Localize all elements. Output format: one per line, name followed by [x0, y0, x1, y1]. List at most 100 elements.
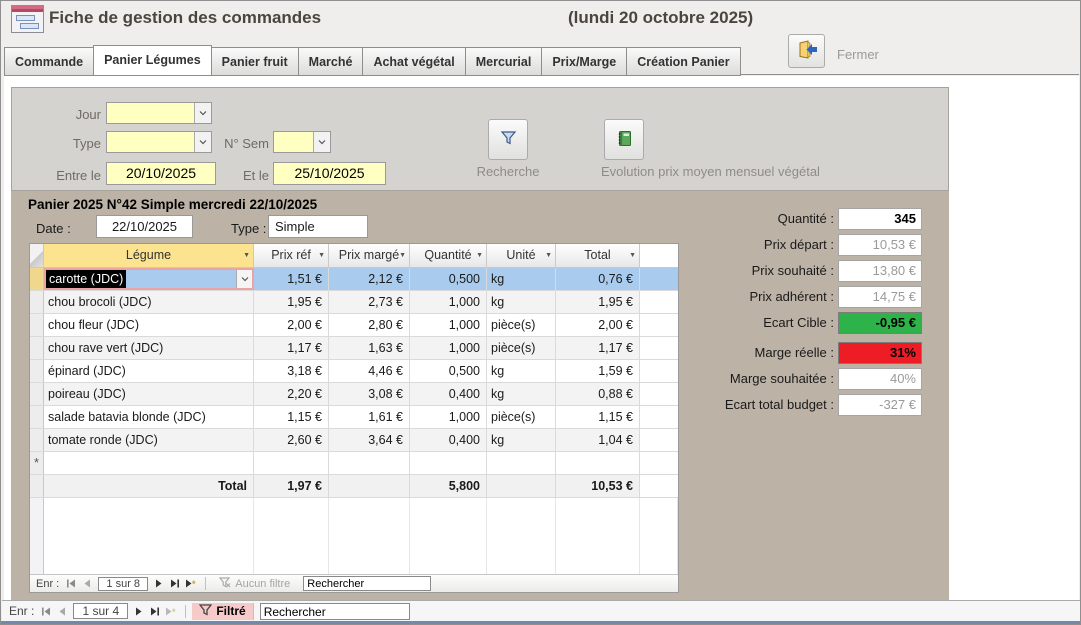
tab-cr-ation-panier[interactable]: Création Panier — [626, 47, 740, 76]
cell-unite[interactable]: kg — [487, 429, 556, 451]
cell-prix_marge[interactable]: 1,63 € — [329, 337, 410, 359]
first-record-button[interactable] — [63, 577, 79, 591]
next-record-button[interactable] — [151, 577, 167, 591]
cell-prix_ref[interactable]: 1,15 € — [254, 406, 329, 428]
cell-total[interactable]: 1,59 € — [556, 360, 640, 382]
empty-cell-unite[interactable] — [487, 452, 556, 474]
column-filter-arrow-icon[interactable]: ▼ — [545, 244, 552, 267]
cell-quantite[interactable]: 0,500 — [410, 360, 487, 382]
chevron-down-icon[interactable] — [194, 132, 211, 152]
jour-combobox[interactable] — [106, 102, 212, 124]
cell-total[interactable]: 1,95 € — [556, 291, 640, 313]
cell-unite[interactable]: pièce(s) — [487, 337, 556, 359]
last-record-button[interactable] — [167, 577, 183, 591]
cell-quantite[interactable]: 1,000 — [410, 291, 487, 313]
row-selector[interactable] — [30, 406, 44, 428]
new-record-button[interactable]: * — [183, 577, 199, 591]
cell-prix_marge[interactable]: 1,61 € — [329, 406, 410, 428]
cell-prix_marge[interactable]: 3,08 € — [329, 383, 410, 405]
empty-cell-quantite[interactable] — [410, 452, 487, 474]
cell-legume[interactable]: salade batavia blonde (JDC) — [44, 406, 254, 428]
panier-date-field[interactable]: 22/10/2025 — [96, 215, 193, 238]
column-header-unite[interactable]: Unité▼ — [487, 244, 556, 267]
cell-total[interactable]: 1,15 € — [556, 406, 640, 428]
column-filter-arrow-icon[interactable]: ▼ — [629, 244, 636, 267]
type-combobox[interactable] — [106, 131, 212, 153]
cell-quantite[interactable]: 0,500 — [410, 268, 487, 290]
next-record-button[interactable] — [131, 604, 147, 618]
cell-quantite[interactable]: 0,400 — [410, 429, 487, 451]
cell-prix_ref[interactable]: 1,95 € — [254, 291, 329, 313]
tab-panier-l-gumes[interactable]: Panier Légumes — [93, 45, 212, 76]
empty-cell-prix_ref[interactable] — [254, 452, 329, 474]
column-filter-arrow-icon[interactable]: ▼ — [318, 244, 325, 267]
previous-record-button[interactable] — [54, 604, 70, 618]
cell-legume[interactable]: chou brocoli (JDC) — [44, 291, 254, 313]
row-selector[interactable] — [30, 383, 44, 405]
cell-quantite[interactable]: 1,000 — [410, 314, 487, 336]
column-filter-arrow-icon[interactable]: ▼ — [476, 244, 483, 267]
cell-prix_marge[interactable]: 3,64 € — [329, 429, 410, 451]
column-filter-arrow-icon[interactable]: ▼ — [243, 244, 250, 267]
cell-quantite[interactable]: 0,400 — [410, 383, 487, 405]
empty-cell-total[interactable] — [556, 452, 640, 474]
cell-unite[interactable]: pièce(s) — [487, 314, 556, 336]
chevron-down-icon[interactable] — [236, 270, 252, 288]
row-selector[interactable] — [30, 475, 44, 497]
tab-march-[interactable]: Marché — [298, 47, 364, 76]
datasheet-search-input[interactable]: Rechercher — [303, 576, 431, 591]
cell-unite[interactable]: kg — [487, 291, 556, 313]
row-selector[interactable] — [30, 360, 44, 382]
cell-prix_ref[interactable]: 2,20 € — [254, 383, 329, 405]
cell-prix_ref[interactable]: 1,51 € — [254, 268, 329, 290]
select-all-cell[interactable] — [30, 244, 44, 267]
first-record-button[interactable] — [38, 604, 54, 618]
tab-panier-fruit[interactable]: Panier fruit — [211, 47, 299, 76]
new-record-button[interactable]: * — [163, 604, 179, 618]
chevron-down-icon[interactable] — [313, 132, 330, 152]
recherche-button[interactable] — [488, 119, 528, 160]
cell-unite[interactable]: pièce(s) — [487, 406, 556, 428]
cell-prix_marge[interactable]: 2,73 € — [329, 291, 410, 313]
panier-type-field[interactable]: Simple — [268, 215, 368, 238]
column-header-quantite[interactable]: Quantité▼ — [410, 244, 487, 267]
column-header-legume[interactable]: Légume▼ — [44, 244, 254, 267]
new-record-row[interactable]: * — [30, 452, 678, 475]
tab-prix-marge[interactable]: Prix/Marge — [541, 47, 627, 76]
row-selector[interactable] — [30, 498, 44, 576]
cell-prix_ref[interactable]: 2,60 € — [254, 429, 329, 451]
cell-total[interactable]: 1,04 € — [556, 429, 640, 451]
tab-mercurial[interactable]: Mercurial — [465, 47, 543, 76]
row-selector[interactable] — [30, 291, 44, 313]
cell-legume[interactable]: épinard (JDC) — [44, 360, 254, 382]
row-selector[interactable] — [30, 314, 44, 336]
cell-legume[interactable]: chou fleur (JDC) — [44, 314, 254, 336]
cell-total[interactable]: 0,88 € — [556, 383, 640, 405]
cell-total[interactable]: 1,17 € — [556, 337, 640, 359]
sem-combobox[interactable] — [273, 131, 331, 153]
cell-legume[interactable]: tomate ronde (JDC) — [44, 429, 254, 451]
column-header-total[interactable]: Total▼ — [556, 244, 640, 267]
date-to-field[interactable]: 25/10/2025 — [273, 162, 386, 185]
column-header-prix_ref[interactable]: Prix réf▼ — [254, 244, 329, 267]
row-selector[interactable] — [30, 429, 44, 451]
filtered-toggle[interactable]: Filtré — [192, 603, 253, 620]
cell-unite[interactable]: kg — [487, 360, 556, 382]
record-position[interactable]: 1 sur 8 — [98, 577, 148, 591]
cell-prix_marge[interactable]: 4,46 € — [329, 360, 410, 382]
no-filter-toggle[interactable]: Aucun filtre — [212, 576, 297, 592]
cell-prix_marge[interactable]: 2,12 € — [329, 268, 410, 290]
cell-prix_ref[interactable]: 3,18 € — [254, 360, 329, 382]
record-position[interactable]: 1 sur 4 — [73, 603, 128, 619]
cell-quantite[interactable]: 1,000 — [410, 406, 487, 428]
cell-legume[interactable]: chou rave vert (JDC) — [44, 337, 254, 359]
row-selector[interactable] — [30, 268, 44, 290]
column-header-prix_marge[interactable]: Prix margé▼ — [329, 244, 410, 267]
last-record-button[interactable] — [147, 604, 163, 618]
form-search-input[interactable]: Rechercher — [260, 603, 410, 620]
cell-prix_ref[interactable]: 2,00 € — [254, 314, 329, 336]
evolution-button[interactable] — [604, 119, 644, 160]
chevron-down-icon[interactable] — [194, 103, 211, 123]
cell-legume[interactable]: poireau (JDC) — [44, 383, 254, 405]
date-from-field[interactable]: 20/10/2025 — [106, 162, 216, 185]
